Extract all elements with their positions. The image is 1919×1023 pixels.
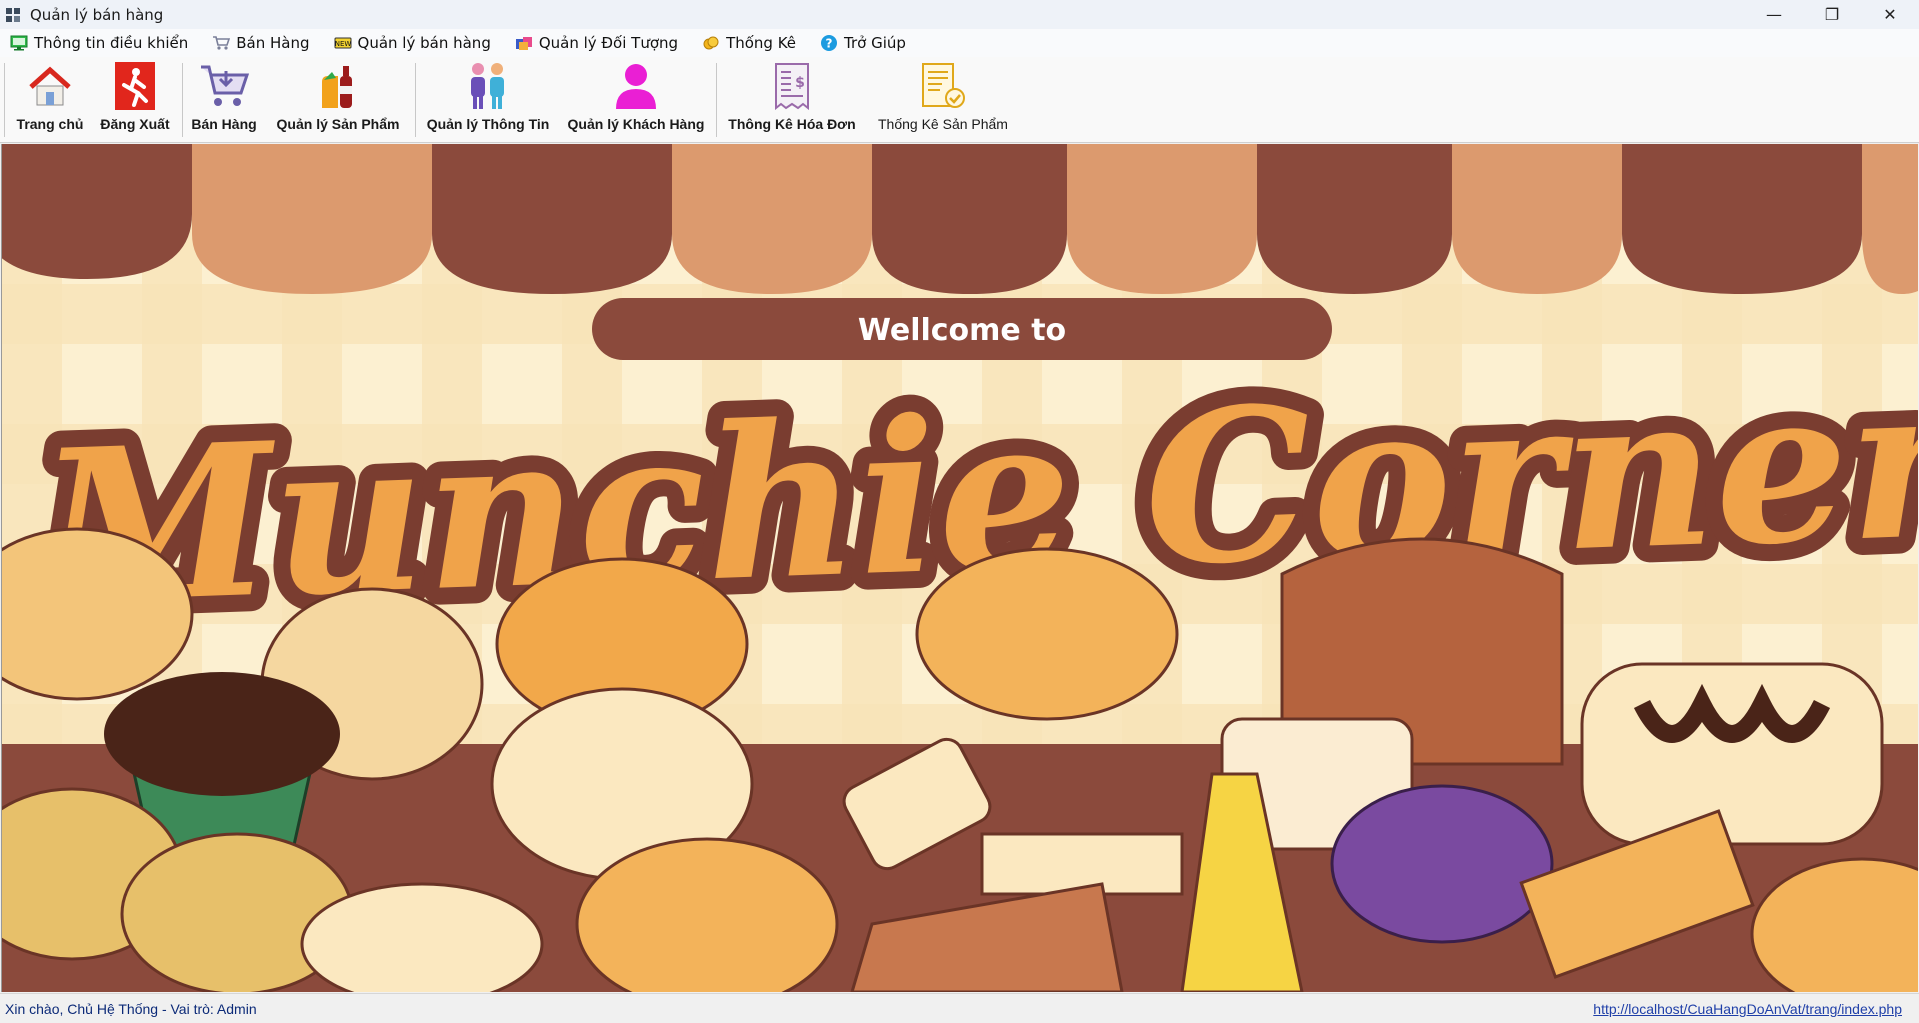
product-management-button[interactable]: Quản lý Sản Phẩm (266, 61, 410, 141)
menu-bar: Thông tin điều khiển Bán Hàng NEW Quản l… (0, 29, 1919, 57)
toolbar-separator (415, 63, 416, 137)
menu-label: Bán Hàng (236, 34, 310, 52)
menu-statistics[interactable]: Thống Kê (700, 30, 798, 56)
website-link[interactable]: http://localhost/CuaHangDoAnVat/trang/in… (1593, 1001, 1902, 1017)
menu-sales-management[interactable]: NEW Quản lý bán hàng (332, 30, 493, 56)
product-statistics-button[interactable]: Thống Kê Sản Phẩm (868, 61, 1018, 141)
sales-button[interactable]: Bán Hàng (188, 61, 260, 141)
cart-icon (212, 34, 231, 52)
restore-button[interactable]: ❐ (1803, 0, 1861, 29)
menu-object-management[interactable]: Quản lý Đối Tượng (513, 30, 680, 56)
tool-label: Thống Kê Sản Phẩm (878, 116, 1008, 132)
people-icon (515, 34, 533, 52)
window-title: Quản lý bán hàng (30, 5, 164, 24)
help-icon: ? (820, 34, 838, 52)
user-greeting: Xin chào, Chủ Hệ Thống - Vai trò: Admin (5, 1001, 257, 1017)
products-icon (313, 61, 363, 111)
home-button[interactable]: Trang chủ (14, 61, 86, 141)
menu-label: Thống Kê (726, 34, 797, 52)
welcome-banner: Wellcome to Munchie Corner Munchie Corne… (1, 144, 1918, 992)
menu-help[interactable]: ? Trở Giúp (818, 30, 908, 56)
svg-text:NEW: NEW (334, 40, 351, 48)
svg-text:?: ? (826, 37, 833, 51)
invoice-statistics-button[interactable]: $ Thông Kê Hóa Đơn (720, 61, 864, 141)
tool-label: Đăng Xuất (100, 116, 170, 132)
customer-management-button[interactable]: Quản lý Khách Hàng (560, 61, 712, 141)
monitor-icon (10, 34, 28, 52)
menu-label: Trở Giúp (844, 34, 906, 52)
menu-label: Thông tin điều khiển (34, 34, 189, 52)
tool-label: Trang chủ (16, 116, 84, 132)
toolbar-separator (182, 63, 183, 137)
toolbar-separator (4, 63, 5, 137)
staff-icon (463, 61, 513, 111)
coins-icon (702, 34, 720, 52)
cart-icon (199, 61, 249, 111)
title-bar: Quản lý bán hàng — ❐ ✕ (0, 0, 1919, 29)
invoice-icon: $ (767, 61, 817, 111)
menu-label: Quản lý Đối Tượng (538, 34, 679, 52)
toolbar-separator (716, 63, 717, 137)
exit-icon (110, 61, 160, 111)
tool-label: Quản lý Thông Tin (426, 116, 550, 132)
info-management-button[interactable]: Quản lý Thông Tin (420, 61, 556, 141)
tool-label: Quản lý Sản Phẩm (276, 116, 400, 132)
welcome-text: Wellcome to (858, 313, 1066, 348)
app-icon (6, 7, 20, 22)
tool-label: Bán Hàng (191, 116, 257, 132)
minimize-button[interactable]: — (1745, 0, 1803, 29)
sale-tag-icon: NEW (334, 34, 352, 52)
banner-artwork: Wellcome to Munchie Corner Munchie Corne… (2, 144, 1918, 992)
status-bar: Xin chào, Chủ Hệ Thống - Vai trò: Admin … (0, 993, 1919, 1023)
menu-sales[interactable]: Bán Hàng (210, 30, 311, 56)
tool-label: Quản lý Khách Hàng (567, 116, 705, 132)
menu-control-info[interactable]: Thông tin điều khiển (8, 30, 190, 56)
product-report-icon (918, 61, 968, 111)
customer-icon (611, 61, 661, 111)
close-button[interactable]: ✕ (1861, 0, 1919, 29)
toolbar: Trang chủ Đăng Xuất Bán Hàng Quản lý Sản… (0, 57, 1919, 143)
tool-label: Thông Kê Hóa Đơn (728, 116, 856, 132)
logout-button[interactable]: Đăng Xuất (95, 61, 175, 141)
home-icon (25, 61, 75, 111)
menu-label: Quản lý bán hàng (357, 34, 491, 52)
svg-text:$: $ (795, 75, 805, 91)
